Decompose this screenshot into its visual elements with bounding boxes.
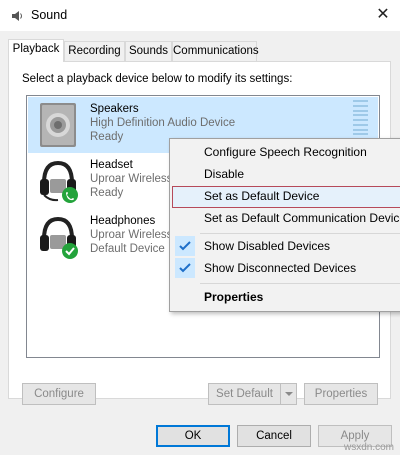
headphones-icon	[40, 216, 78, 259]
tab-recording[interactable]: Recording	[64, 41, 125, 61]
window-title: Sound	[31, 8, 68, 22]
tab-communications[interactable]: Communications	[172, 41, 259, 61]
speaker-icon	[12, 11, 22, 21]
tab-playback[interactable]: Playback	[8, 39, 64, 62]
menu-item-disable[interactable]: Disable	[172, 164, 400, 186]
speaker-icon	[40, 103, 76, 147]
device-status: Default Device	[90, 243, 165, 255]
headset-icon	[40, 160, 78, 203]
close-icon: ✕	[376, 6, 390, 23]
instruction-text: Select a playback device below to modify…	[22, 73, 293, 85]
menu-separator	[200, 233, 400, 234]
set-default-label: Set Default	[216, 388, 273, 400]
context-menu: Configure Speech Recognition Disable Set…	[169, 138, 400, 312]
menu-item-show-disabled[interactable]: Show Disabled Devices	[172, 236, 400, 258]
chevron-down-icon[interactable]	[280, 384, 296, 404]
device-name: Speakers	[90, 103, 139, 115]
set-default-button[interactable]: Set Default	[208, 383, 297, 405]
tab-sounds[interactable]: Sounds	[125, 41, 172, 61]
device-description: Uproar Wireless	[90, 229, 173, 241]
menu-item-set-default-communication[interactable]: Set as Default Communication Device	[172, 208, 400, 230]
close-button[interactable]: ✕	[366, 0, 400, 31]
menu-separator	[200, 283, 400, 284]
device-status: Ready	[90, 131, 124, 143]
menu-item-properties[interactable]: Properties	[172, 287, 400, 309]
menu-item-show-disconnected[interactable]: Show Disconnected Devices	[172, 258, 400, 280]
cancel-button[interactable]: Cancel	[237, 425, 311, 447]
properties-button[interactable]: Properties	[304, 383, 378, 405]
device-description: High Definition Audio Device	[90, 117, 236, 129]
configure-button[interactable]: Configure	[22, 383, 96, 405]
menu-item-configure-speech[interactable]: Configure Speech Recognition	[172, 142, 400, 164]
title-bar: Sound ✕	[0, 0, 400, 31]
ok-button[interactable]: OK	[156, 425, 230, 447]
device-status: Ready	[90, 187, 124, 199]
device-name: Headset	[90, 159, 133, 171]
device-description: Uproar Wireless	[90, 173, 173, 185]
menu-item-set-default[interactable]: Set as Default Device	[172, 186, 400, 208]
device-name: Headphones	[90, 215, 156, 227]
watermark: wsxdn.com	[343, 442, 394, 453]
